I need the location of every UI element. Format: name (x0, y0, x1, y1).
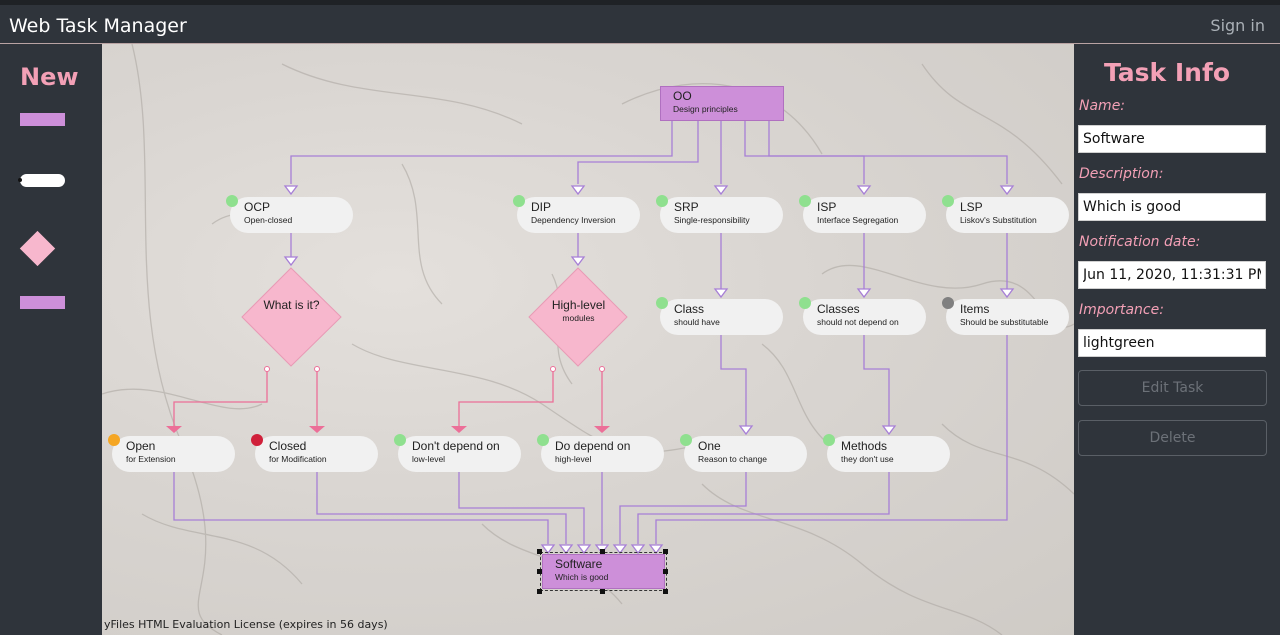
palette-rectangle-node[interactable] (20, 113, 65, 126)
node-lsp-title: LSP (960, 200, 983, 214)
importance-input[interactable] (1078, 329, 1266, 357)
status-dot-methods (823, 434, 835, 446)
status-dot-dip (513, 195, 525, 207)
node-class[interactable]: Class should have (660, 299, 783, 335)
node-high-level-title: High-level (551, 298, 606, 312)
node-closed-title: Closed (269, 439, 307, 453)
status-dot-items (942, 297, 954, 309)
node-lsp[interactable]: LSP Liskov's Substitution (946, 197, 1069, 233)
resize-handle-w[interactable] (537, 569, 542, 574)
node-dont-depend-subtitle: low-level (412, 454, 446, 464)
sketch-background (102, 44, 1074, 635)
node-oo-title: OO (673, 89, 692, 103)
node-one-subtitle: Reason to change (698, 454, 767, 464)
sign-in-link[interactable]: Sign in (1210, 16, 1265, 35)
graph-canvas[interactable]: OO Design principles OCP Open-closed DIP… (102, 44, 1074, 635)
node-dip-subtitle: Dependency Inversion (531, 215, 616, 225)
task-info-panel: Task Info Name: Description: Notificatio… (1074, 44, 1280, 635)
notification-date-input[interactable] (1078, 261, 1266, 289)
node-srp-title: SRP (674, 200, 699, 214)
status-dot-class (656, 297, 668, 309)
palette-pill-node[interactable] (18, 174, 65, 187)
resize-handle-sw[interactable] (537, 589, 542, 594)
status-dot-dont-depend (394, 434, 406, 446)
node-ocp[interactable]: OCP Open-closed (230, 197, 353, 233)
status-dot-lsp (942, 195, 954, 207)
node-oo-subtitle: Design principles (673, 104, 738, 114)
status-dot-closed (251, 434, 263, 446)
node-dip[interactable]: DIP Dependency Inversion (517, 197, 640, 233)
resize-handle-e[interactable] (663, 569, 668, 574)
node-class-subtitle: should have (674, 317, 720, 327)
palette-title: New (20, 63, 79, 91)
node-methods-title: Methods (841, 439, 888, 453)
node-ocp-subtitle: Open-closed (244, 215, 293, 225)
description-label: Description: (1079, 166, 1164, 182)
node-classes-subtitle: should not depend on (817, 317, 899, 327)
status-dot-srp (656, 195, 668, 207)
node-class-title: Class (674, 302, 705, 316)
node-isp-title: ISP (817, 200, 837, 214)
name-label: Name: (1079, 98, 1126, 114)
node-open-title: Open (126, 439, 156, 453)
node-oo[interactable]: OO Design principles (660, 86, 784, 121)
node-items-title: Items (960, 302, 990, 316)
license-notice: yFiles HTML Evaluation License (expires … (104, 618, 388, 631)
node-lsp-subtitle: Liskov's Substitution (960, 215, 1037, 225)
node-classes[interactable]: Classes should not depend on (803, 299, 926, 335)
description-input[interactable] (1078, 193, 1266, 221)
node-open-subtitle: for Extension (126, 454, 176, 464)
node-one[interactable]: One Reason to change (684, 436, 807, 472)
status-dot-isp (799, 195, 811, 207)
status-dot-do-depend (537, 434, 549, 446)
resize-handle-s[interactable] (600, 589, 605, 594)
node-srp[interactable]: SRP Single-responsibility (660, 197, 783, 233)
node-software-title: Software (555, 557, 603, 571)
node-items[interactable]: Items Should be substitutable (946, 299, 1069, 335)
node-isp-subtitle: Interface Segregation (817, 215, 899, 225)
delete-button[interactable]: Delete (1078, 420, 1267, 456)
task-info-title: Task Info (1103, 58, 1231, 87)
resize-handle-se[interactable] (663, 589, 668, 594)
edit-task-button[interactable]: Edit Task (1078, 370, 1267, 406)
node-methods-subtitle: they don't use (841, 454, 894, 464)
node-dont-depend-title: Don't depend on (412, 439, 500, 453)
node-isp[interactable]: ISP Interface Segregation (803, 197, 926, 233)
node-open[interactable]: Open for Extension (112, 436, 235, 472)
node-do-depend[interactable]: Do depend on high-level (541, 436, 664, 472)
palette-diamond-node[interactable] (19, 230, 56, 267)
status-dot-open (108, 434, 120, 446)
node-what-is-it-title: What is it? (263, 298, 320, 312)
palette-rectangle-node-2[interactable] (20, 296, 65, 309)
node-palette: New (0, 44, 102, 635)
name-input[interactable] (1078, 125, 1266, 153)
node-software-subtitle: Which is good (555, 572, 609, 582)
node-high-level[interactable]: High-level modules (529, 298, 628, 324)
node-srp-subtitle: Single-responsibility (674, 215, 750, 225)
node-items-subtitle: Should be substitutable (960, 317, 1049, 327)
status-dot-classes (799, 297, 811, 309)
importance-label: Importance: (1079, 302, 1164, 318)
node-dip-title: DIP (531, 200, 552, 214)
node-ocp-title: OCP (244, 200, 271, 214)
node-do-depend-subtitle: high-level (555, 454, 592, 464)
status-dot-ocp (226, 195, 238, 207)
node-dont-depend[interactable]: Don't depend on low-level (398, 436, 521, 472)
status-dot-one (680, 434, 692, 446)
node-closed[interactable]: Closed for Modification (255, 436, 378, 472)
node-closed-subtitle: for Modification (269, 454, 327, 464)
node-do-depend-title: Do depend on (555, 439, 631, 453)
resize-handle-n[interactable] (600, 549, 605, 554)
node-one-title: One (698, 439, 721, 453)
node-classes-title: Classes (817, 302, 860, 316)
resize-handle-ne[interactable] (663, 549, 668, 554)
app-title: Web Task Manager (9, 15, 187, 37)
node-software[interactable]: Software Which is good (540, 552, 667, 591)
node-high-level-subtitle: modules (562, 313, 595, 323)
navbar: Web Task Manager Sign in (0, 5, 1280, 44)
resize-handle-nw[interactable] (537, 549, 542, 554)
node-what-is-it[interactable]: What is it? (242, 298, 341, 312)
node-methods[interactable]: Methods they don't use (827, 436, 950, 472)
notification-date-label: Notification date: (1079, 234, 1201, 250)
